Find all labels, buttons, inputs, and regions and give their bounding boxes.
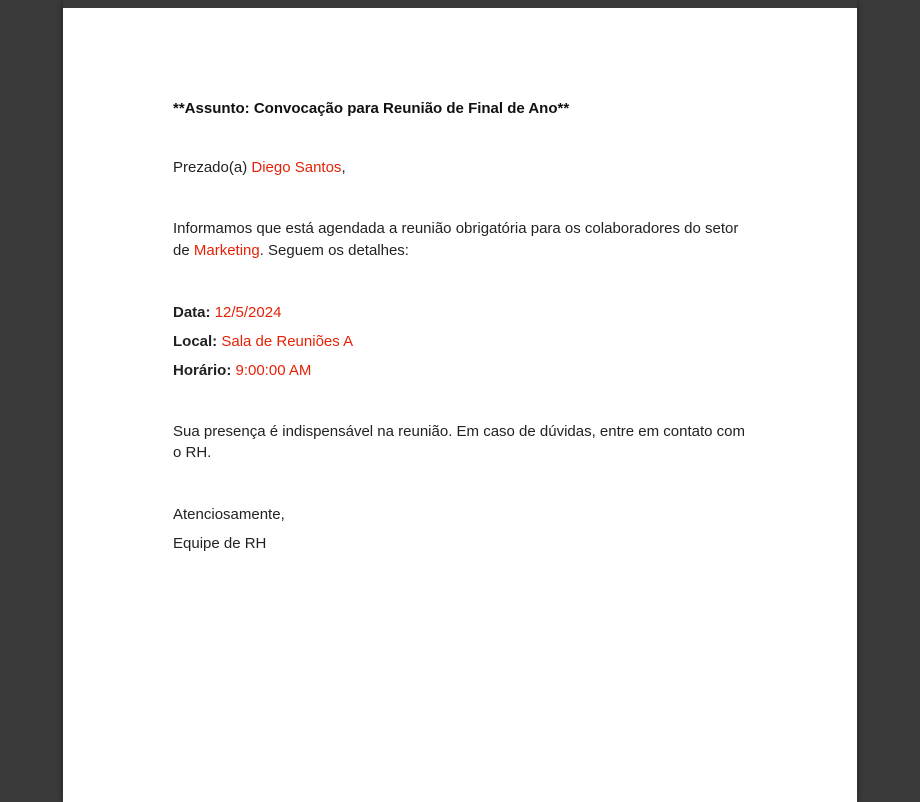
date-label: Data: bbox=[173, 304, 215, 321]
details-block: Data: 12/5/2024 Local: Sala de Reuniões … bbox=[173, 304, 747, 379]
detail-location: Local: Sala de Reuniões A bbox=[173, 333, 747, 350]
document-viewer-background: **Assunto: Convocação para Reunião de Fi… bbox=[0, 0, 920, 802]
department-name: Marketing bbox=[194, 242, 260, 259]
location-value: Sala de Reuniões A bbox=[221, 333, 353, 350]
subject-line: **Assunto: Convocação para Reunião de Fi… bbox=[173, 100, 747, 117]
intro-text-2: . Seguem os detalhes: bbox=[260, 242, 409, 259]
intro-paragraph: Informamos que está agendada a reunião o… bbox=[173, 218, 747, 262]
document-page: **Assunto: Convocação para Reunião de Fi… bbox=[63, 0, 857, 802]
greeting-prefix: Prezado(a) bbox=[173, 159, 251, 176]
recipient-name: Diego Santos bbox=[251, 159, 341, 176]
date-value: 12/5/2024 bbox=[215, 304, 282, 321]
signature: Equipe de RH bbox=[173, 535, 747, 552]
location-label: Local: bbox=[173, 333, 221, 350]
time-value: 9:00:00 AM bbox=[236, 362, 312, 379]
closing-note: Sua presença é indispensável na reunião.… bbox=[173, 421, 747, 465]
greeting-line: Prezado(a) Diego Santos, bbox=[173, 159, 747, 176]
detail-time: Horário: 9:00:00 AM bbox=[173, 362, 747, 379]
sign-off: Atenciosamente, bbox=[173, 506, 747, 523]
time-label: Horário: bbox=[173, 362, 236, 379]
greeting-suffix: , bbox=[341, 159, 345, 176]
detail-date: Data: 12/5/2024 bbox=[173, 304, 747, 321]
